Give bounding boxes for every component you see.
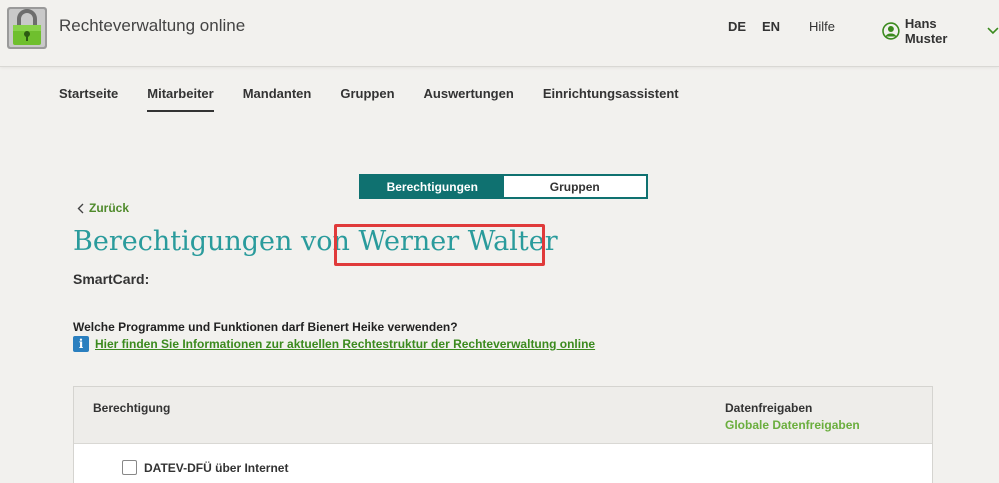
permissions-table: Berechtigung Datenfreigaben Globale Date…	[73, 386, 933, 483]
column-header-shares: Datenfreigaben	[725, 401, 813, 415]
lock-logo-icon	[7, 7, 47, 49]
permission-checkbox[interactable]	[122, 460, 137, 475]
nav-auswertungen[interactable]: Auswertungen	[424, 86, 514, 112]
chevron-down-icon	[987, 27, 999, 35]
info-icon: i	[73, 336, 89, 352]
user-name: Hans Muster	[904, 16, 948, 46]
permissions-question: Welche Programme und Funktionen darf Bie…	[73, 320, 458, 334]
permission-label: DATEV-DFÜ über Internet	[144, 460, 289, 475]
name-highlight-box	[334, 224, 545, 266]
chevron-left-icon	[77, 203, 84, 213]
view-toggle: Berechtigungen Gruppen	[359, 174, 648, 199]
column-header-permission: Berechtigung	[93, 401, 171, 415]
info-line: i Hier finden Sie Informationen zur aktu…	[73, 336, 595, 352]
toggle-permissions-button[interactable]: Berechtigungen	[361, 176, 504, 197]
table-header: Berechtigung Datenfreigaben Globale Date…	[74, 387, 932, 444]
toggle-groups-button[interactable]: Gruppen	[504, 176, 647, 197]
user-menu[interactable]: Hans Muster	[882, 16, 999, 46]
lang-de-link[interactable]: DE	[728, 19, 746, 34]
app-title: Rechteverwaltung online	[59, 16, 246, 35]
smartcard-label: SmartCard:	[73, 271, 150, 287]
table-row: DATEV-DFÜ über Internet	[122, 460, 288, 475]
main-nav: Startseite Mitarbeiter Mandanten Gruppen…	[59, 86, 708, 112]
back-label: Zurück	[89, 201, 130, 215]
header: Rechteverwaltung online DE EN Hilfe Hans…	[0, 0, 999, 67]
nav-gruppen[interactable]: Gruppen	[340, 86, 394, 112]
back-link[interactable]: Zurück	[77, 201, 129, 215]
rights-structure-info-link[interactable]: Hier finden Sie Informationen zur aktuel…	[95, 337, 595, 351]
user-avatar-icon	[882, 22, 900, 40]
nav-startseite[interactable]: Startseite	[59, 86, 118, 112]
nav-einrichtungsassistent[interactable]: Einrichtungsassistent	[543, 86, 679, 112]
nav-mitarbeiter[interactable]: Mitarbeiter	[147, 86, 215, 112]
global-shares-link[interactable]: Globale Datenfreigaben	[725, 418, 860, 432]
lang-en-link[interactable]: EN	[762, 19, 780, 34]
nav-mandanten[interactable]: Mandanten	[243, 86, 312, 112]
help-link[interactable]: Hilfe	[809, 19, 835, 34]
